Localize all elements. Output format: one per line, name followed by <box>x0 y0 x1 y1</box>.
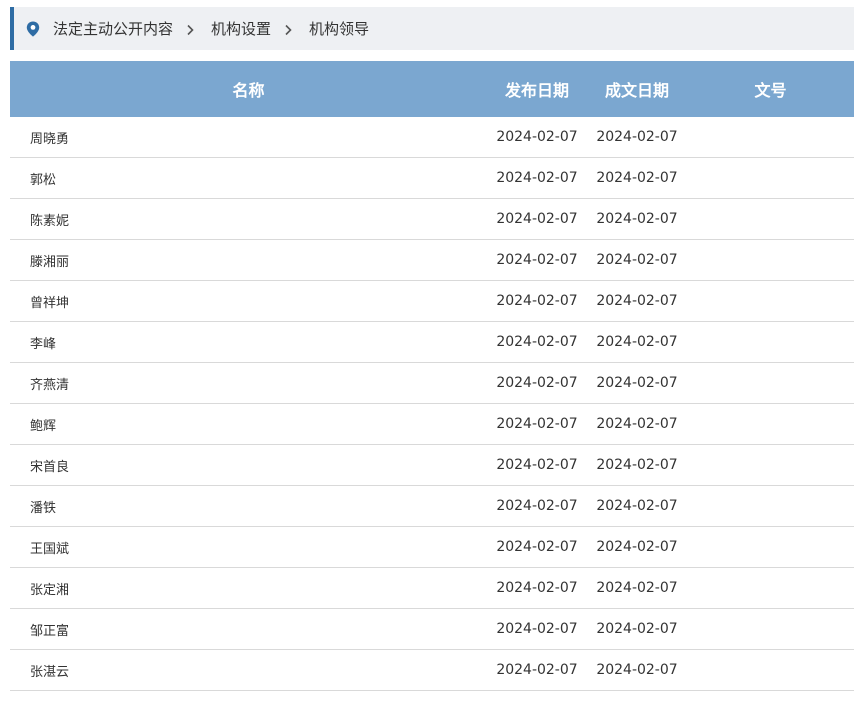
row-publish-date: 2024-02-07 <box>487 362 587 404</box>
row-name-link[interactable]: 王国斌 <box>10 526 487 568</box>
row-created-date: 2024-02-07 <box>587 362 687 404</box>
row-doc-number <box>687 362 854 404</box>
row-publish-date: 2024-02-07 <box>487 649 587 691</box>
column-header-publish-date: 发布日期 <box>487 61 587 117</box>
row-created-date: 2024-02-07 <box>587 280 687 322</box>
row-doc-number <box>687 198 854 240</box>
leaders-table: 名称 发布日期 成文日期 文号 周晓勇 2024-02-07 2024-02-07 郭… <box>10 61 854 691</box>
row-doc-number <box>687 526 854 568</box>
breadcrumb-item-org-setup[interactable]: 机构设置 <box>211 18 271 39</box>
row-publish-date: 2024-02-07 <box>487 239 587 281</box>
row-created-date: 2024-02-07 <box>587 526 687 568</box>
row-name-link[interactable]: 张湛云 <box>10 649 487 691</box>
table-row: 王国斌 2024-02-07 2024-02-07 <box>10 526 854 568</box>
row-doc-number <box>687 157 854 199</box>
table-body: 周晓勇 2024-02-07 2024-02-07 郭松 2024-02-07 2024-… <box>10 117 854 691</box>
row-doc-number <box>687 444 854 486</box>
breadcrumb-item-org-leaders[interactable]: 机构领导 <box>309 18 369 39</box>
row-doc-number <box>687 403 854 445</box>
table-row: 鲍辉 2024-02-07 2024-02-07 <box>10 403 854 445</box>
column-header-doc-number: 文号 <box>687 61 854 117</box>
row-created-date: 2024-02-07 <box>587 321 687 363</box>
chevron-right-icon <box>183 22 197 36</box>
row-doc-number <box>687 485 854 527</box>
column-header-created-date: 成文日期 <box>587 61 687 117</box>
row-publish-date: 2024-02-07 <box>487 198 587 240</box>
column-header-name: 名称 <box>10 61 487 117</box>
row-publish-date: 2024-02-07 <box>487 567 587 609</box>
row-name-link[interactable]: 邹正富 <box>10 608 487 650</box>
row-doc-number <box>687 321 854 363</box>
row-created-date: 2024-02-07 <box>587 117 687 158</box>
breadcrumb: 法定主动公开内容 机构设置 机构领导 <box>10 7 854 50</box>
row-publish-date: 2024-02-07 <box>487 485 587 527</box>
table-row: 曾祥坤 2024-02-07 2024-02-07 <box>10 280 854 322</box>
row-name-link[interactable]: 郭松 <box>10 157 487 199</box>
table-row: 邹正富 2024-02-07 2024-02-07 <box>10 608 854 650</box>
table-row: 周晓勇 2024-02-07 2024-02-07 <box>10 117 854 158</box>
table-row: 滕湘丽 2024-02-07 2024-02-07 <box>10 239 854 281</box>
row-created-date: 2024-02-07 <box>587 485 687 527</box>
row-publish-date: 2024-02-07 <box>487 117 587 158</box>
row-doc-number <box>687 567 854 609</box>
table-row: 张湛云 2024-02-07 2024-02-07 <box>10 649 854 691</box>
row-publish-date: 2024-02-07 <box>487 321 587 363</box>
row-doc-number <box>687 649 854 691</box>
row-name-link[interactable]: 周晓勇 <box>10 117 487 158</box>
row-created-date: 2024-02-07 <box>587 567 687 609</box>
row-created-date: 2024-02-07 <box>587 608 687 650</box>
row-name-link[interactable]: 鲍辉 <box>10 403 487 445</box>
row-publish-date: 2024-02-07 <box>487 608 587 650</box>
row-publish-date: 2024-02-07 <box>487 280 587 322</box>
row-publish-date: 2024-02-07 <box>487 526 587 568</box>
row-created-date: 2024-02-07 <box>587 444 687 486</box>
table-row: 郭松 2024-02-07 2024-02-07 <box>10 157 854 199</box>
table-row: 陈素妮 2024-02-07 2024-02-07 <box>10 198 854 240</box>
table-row: 张定湘 2024-02-07 2024-02-07 <box>10 567 854 609</box>
table-row: 宋首良 2024-02-07 2024-02-07 <box>10 444 854 486</box>
row-created-date: 2024-02-07 <box>587 239 687 281</box>
table-row: 潘铁 2024-02-07 2024-02-07 <box>10 485 854 527</box>
row-created-date: 2024-02-07 <box>587 403 687 445</box>
row-name-link[interactable]: 曾祥坤 <box>10 280 487 322</box>
row-created-date: 2024-02-07 <box>587 649 687 691</box>
row-doc-number <box>687 117 854 158</box>
table-row: 齐燕清 2024-02-07 2024-02-07 <box>10 362 854 404</box>
row-doc-number <box>687 239 854 281</box>
row-name-link[interactable]: 滕湘丽 <box>10 239 487 281</box>
table-header: 名称 发布日期 成文日期 文号 <box>10 61 854 117</box>
row-name-link[interactable]: 潘铁 <box>10 485 487 527</box>
breadcrumb-item-disclosure[interactable]: 法定主动公开内容 <box>53 18 173 39</box>
row-created-date: 2024-02-07 <box>587 157 687 199</box>
row-name-link[interactable]: 李峰 <box>10 321 487 363</box>
row-created-date: 2024-02-07 <box>587 198 687 240</box>
row-name-link[interactable]: 陈素妮 <box>10 198 487 240</box>
location-pin-icon <box>26 21 40 37</box>
row-publish-date: 2024-02-07 <box>487 157 587 199</box>
chevron-right-icon <box>281 22 295 36</box>
row-doc-number <box>687 608 854 650</box>
row-name-link[interactable]: 宋首良 <box>10 444 487 486</box>
row-publish-date: 2024-02-07 <box>487 444 587 486</box>
row-name-link[interactable]: 齐燕清 <box>10 362 487 404</box>
table-row: 李峰 2024-02-07 2024-02-07 <box>10 321 854 363</box>
row-publish-date: 2024-02-07 <box>487 403 587 445</box>
row-name-link[interactable]: 张定湘 <box>10 567 487 609</box>
row-doc-number <box>687 280 854 322</box>
